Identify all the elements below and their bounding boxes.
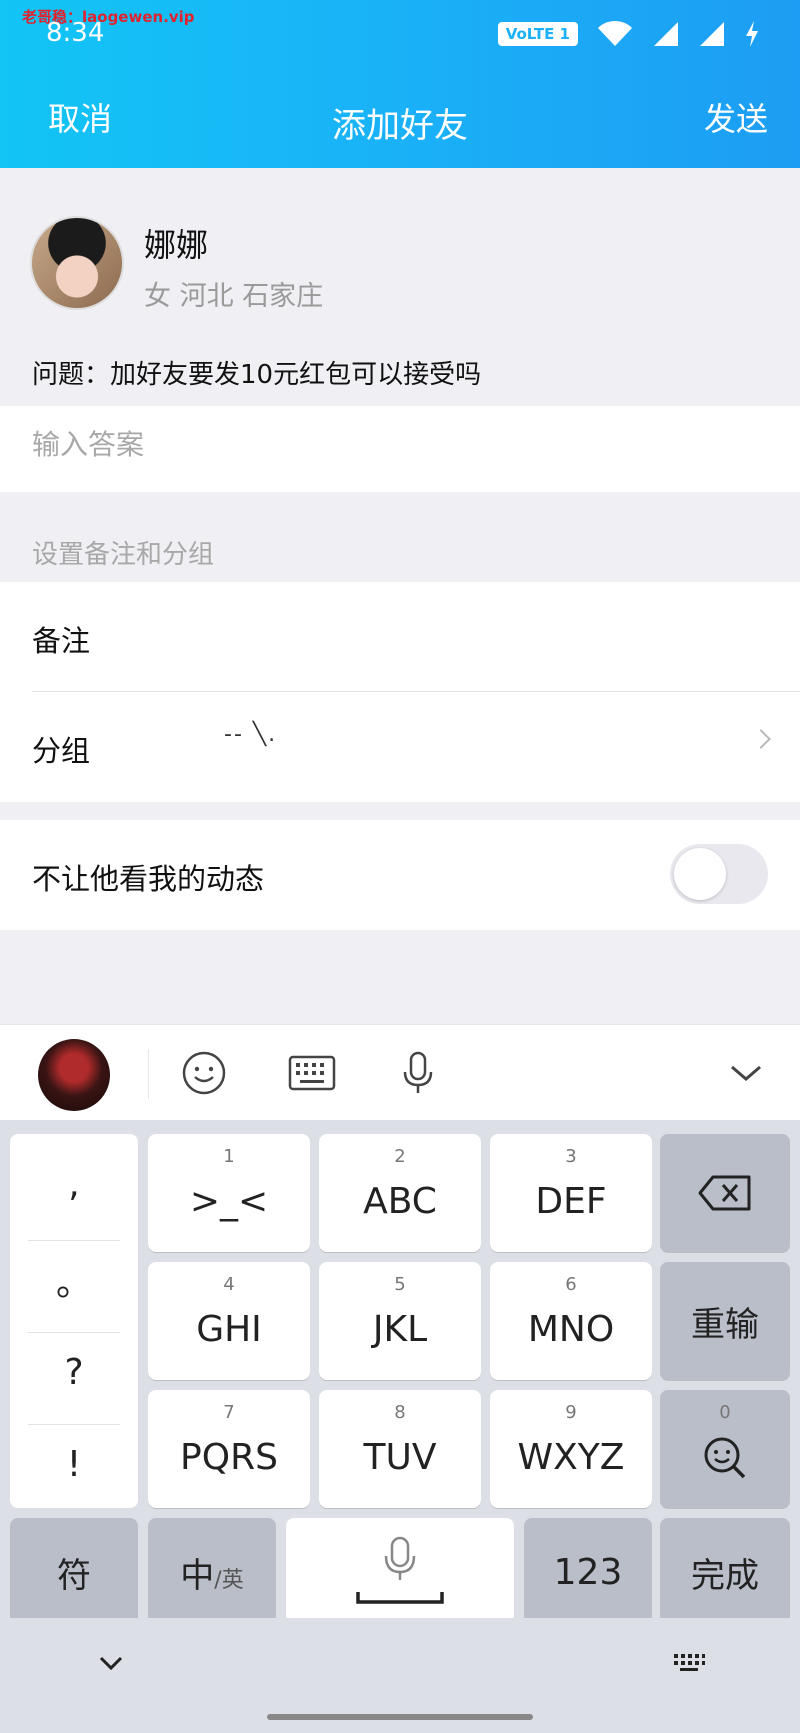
done-key[interactable]: 完成 xyxy=(660,1518,790,1626)
key-2[interactable]: 2 ABC xyxy=(319,1134,481,1252)
key-number: 5 xyxy=(394,1274,406,1295)
key-label: WXYZ xyxy=(517,1436,625,1478)
group-value: -- ╲. xyxy=(224,722,278,747)
toggle-knob xyxy=(674,848,726,900)
group-row[interactable]: 分组 -- ╲. xyxy=(0,692,800,802)
key-number: 7 xyxy=(223,1402,235,1423)
reinput-key[interactable]: 重输 xyxy=(660,1262,790,1380)
key-label: MNO xyxy=(527,1308,615,1350)
punc-key-exclaim[interactable]: ! xyxy=(28,1418,120,1510)
punc-key-comma[interactable]: , xyxy=(28,1138,120,1230)
key-number: 9 xyxy=(565,1402,577,1423)
key-6[interactable]: 6 MNO xyxy=(490,1262,652,1380)
punc-key-period[interactable]: 。 xyxy=(28,1234,120,1326)
key-8[interactable]: 8 TUV xyxy=(319,1390,481,1508)
group-label: 分组 xyxy=(32,734,91,768)
punctuation-column[interactable]: , 。 ? ! xyxy=(10,1134,138,1508)
key-number: 6 xyxy=(565,1274,577,1295)
volte-badge: VoLTE 1 xyxy=(497,22,578,46)
remark-row[interactable]: 备注 xyxy=(0,582,800,692)
punc-key-question[interactable]: ? xyxy=(28,1326,120,1418)
page-title: 添加好友 xyxy=(332,106,468,146)
lang-sub: /英 xyxy=(214,1567,244,1593)
lang-switch-key[interactable]: 中 /英 xyxy=(148,1518,276,1626)
wifi-icon xyxy=(598,20,632,46)
chevron-right-icon xyxy=(751,729,771,749)
key-number: 4 xyxy=(223,1274,235,1295)
signal-icon xyxy=(654,22,678,46)
key-number: 8 xyxy=(394,1402,406,1423)
keyboard-toolbar xyxy=(0,1024,800,1120)
key-label: 123 xyxy=(553,1551,623,1593)
hide-moments-label: 不让他看我的动态 xyxy=(32,862,265,896)
key-label: DEF xyxy=(535,1180,607,1222)
key-5[interactable]: 5 JKL xyxy=(319,1262,481,1380)
signal-icon-2 xyxy=(700,22,724,46)
key-label: 完成 xyxy=(691,1555,759,1596)
chevron-down-icon[interactable] xyxy=(722,1049,770,1097)
remark-group-card: 备注 分组 -- ╲. xyxy=(0,582,800,802)
emoji-icon[interactable] xyxy=(180,1049,228,1097)
profile-name: 娜娜 xyxy=(144,226,209,264)
status-icons: VoLTE 1 xyxy=(497,20,760,48)
profile-gender-location: 女 河北 石家庄 xyxy=(144,281,324,312)
backspace-key[interactable] xyxy=(660,1134,790,1252)
keyboard-skin-avatar[interactable] xyxy=(38,1039,110,1111)
key-9[interactable]: 9 WXYZ xyxy=(490,1390,652,1508)
microphone-icon[interactable] xyxy=(394,1049,442,1097)
lang-main: 中 xyxy=(180,1555,215,1596)
send-button[interactable]: 发送 xyxy=(704,94,768,140)
answer-row xyxy=(0,406,800,492)
key-label: PQRS xyxy=(180,1436,278,1478)
hide-moments-row: 不让他看我的动态 xyxy=(0,820,800,930)
key-number: 0 xyxy=(719,1402,731,1423)
key-label: ABC xyxy=(363,1180,437,1222)
lang-switch-label: 中 /英 xyxy=(180,1548,243,1597)
key-0-emoji[interactable]: 0 xyxy=(660,1390,790,1508)
key-label: GHI xyxy=(196,1308,262,1350)
remark-label: 备注 xyxy=(32,624,91,658)
key-1[interactable]: 1 >_< xyxy=(148,1134,310,1252)
emoji-search-icon xyxy=(704,1437,746,1479)
backspace-icon xyxy=(698,1175,751,1211)
avatar[interactable] xyxy=(30,216,124,310)
keyboard-icon[interactable] xyxy=(288,1049,336,1097)
key-number: 2 xyxy=(394,1146,406,1167)
keyboard-switch-icon[interactable] xyxy=(672,1652,706,1674)
hide-keyboard-icon[interactable] xyxy=(98,1654,124,1672)
key-label: >_< xyxy=(189,1180,269,1222)
charging-icon xyxy=(746,21,758,47)
key-label: JKL xyxy=(372,1308,428,1350)
hide-moments-toggle[interactable] xyxy=(670,844,768,904)
key-number: 3 xyxy=(565,1146,577,1167)
key-label: 符 xyxy=(57,1555,91,1596)
profile-section: 娜娜 女 河北 石家庄 问题：加好友要发10元红包可以接受吗 xyxy=(0,168,800,406)
key-4[interactable]: 4 GHI xyxy=(148,1262,310,1380)
home-indicator[interactable] xyxy=(267,1714,533,1720)
section-label: 设置备注和分组 xyxy=(32,540,215,570)
key-label: 重输 xyxy=(691,1304,759,1345)
space-key[interactable] xyxy=(286,1518,514,1626)
key-3[interactable]: 3 DEF xyxy=(490,1134,652,1252)
space-mic-icon xyxy=(356,1536,444,1604)
key-label: TUV xyxy=(363,1436,437,1478)
key-number: 1 xyxy=(223,1146,235,1167)
number-mode-key[interactable]: 123 xyxy=(524,1518,652,1626)
answer-input[interactable] xyxy=(32,428,732,461)
verification-question: 问题：加好友要发10元红包可以接受吗 xyxy=(32,360,482,390)
key-7[interactable]: 7 PQRS xyxy=(148,1390,310,1508)
symbol-key[interactable]: 符 xyxy=(10,1518,138,1626)
toolbar-divider xyxy=(148,1049,149,1099)
top-header: 老哥稳：laogewen.vip 8:34 VoLTE 1 取消 添加好友 发送 xyxy=(0,0,800,168)
status-time: 8:34 xyxy=(46,18,105,48)
